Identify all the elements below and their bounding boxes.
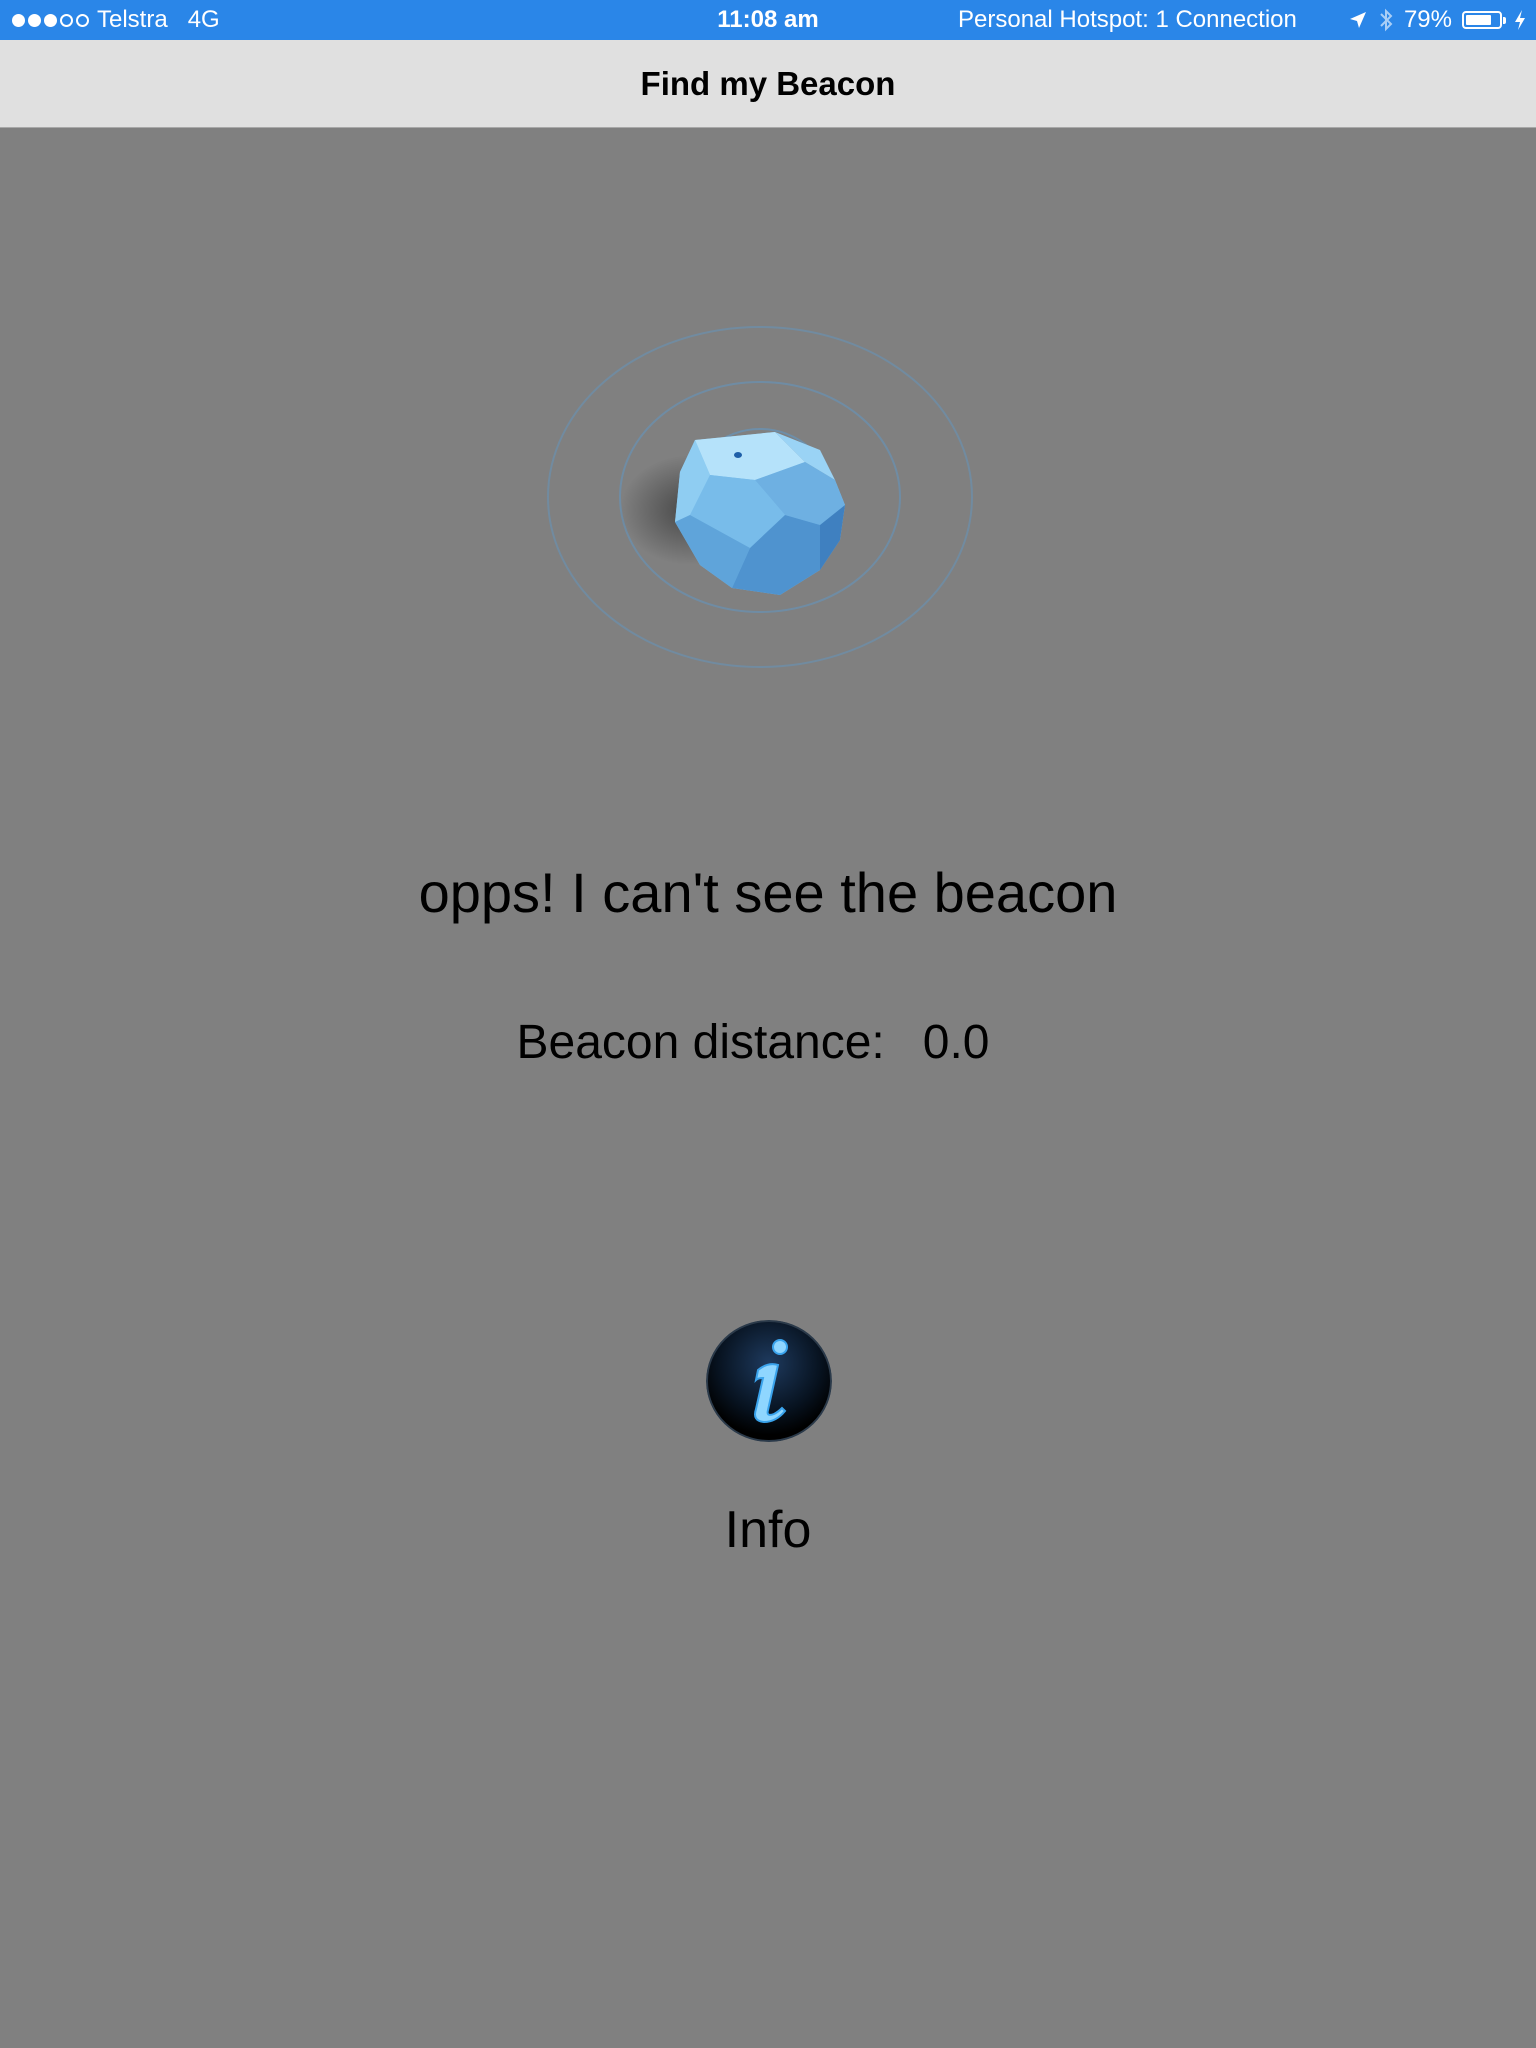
status-time-container: 11:08 am: [0, 0, 1536, 40]
charging-bolt-icon: [1515, 10, 1525, 30]
distance-row: Beacon distance: 0.0: [0, 1015, 1536, 1070]
status-bar-right: 79%: [1348, 0, 1526, 40]
beacon-device-icon: [675, 432, 845, 595]
hotspot-status: Personal Hotspot: 1 Connection: [958, 0, 1297, 40]
distance-label: Beacon distance:: [516, 1016, 885, 1069]
hotspot-text: Personal Hotspot: 1 Connection: [958, 6, 1297, 33]
beacon-graphic: [547, 326, 973, 668]
bluetooth-icon: [1380, 8, 1393, 32]
battery-icon: [1462, 11, 1506, 29]
status-time: 11:08 am: [717, 6, 819, 33]
carrier-name: Telstra: [97, 6, 168, 33]
location-arrow-icon: [1349, 12, 1366, 28]
battery-percent: 79%: [1403, 6, 1452, 33]
navigation-bar: Find my Beacon: [0, 40, 1536, 128]
beacon-status-message: opps! I can't see the beacon: [418, 861, 1118, 924]
nav-title: Find my Beacon: [640, 64, 896, 102]
status-bar: Telstra 4G 11:08 am Personal Hotspot: 1 …: [0, 0, 1536, 40]
info-button[interactable]: [706, 1320, 832, 1442]
network-type: 4G: [187, 6, 220, 33]
status-bar-left: Telstra 4G: [12, 0, 220, 40]
distance-value: 0.0: [922, 1016, 990, 1069]
signal-strength-icon: [12, 13, 89, 27]
info-label: Info: [724, 1501, 812, 1559]
